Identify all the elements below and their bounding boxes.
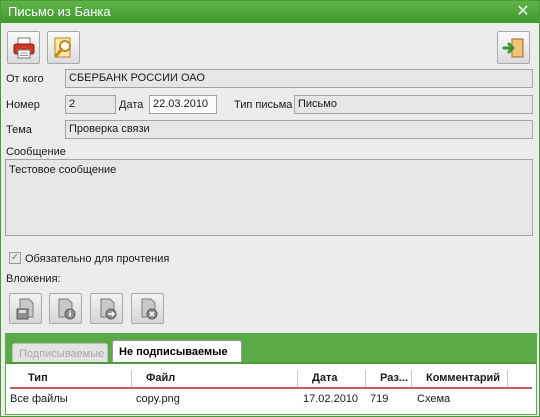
- message-label: Сообщение: [6, 146, 66, 158]
- tab-non-signable[interactable]: Не подписываемые: [112, 340, 242, 362]
- mandatory-checkbox[interactable]: ✓: [9, 252, 21, 264]
- message-textarea[interactable]: Тестовое сообщение: [5, 159, 533, 236]
- letter-type-label: Тип письма: [234, 99, 293, 111]
- subject-label: Тема: [6, 124, 32, 136]
- magnifier-icon: [54, 37, 71, 57]
- printer-icon: [13, 37, 34, 58]
- attachments-tabs-panel: Подписываемые Не подписываемые Тип Файл …: [5, 333, 537, 415]
- grid-header: Тип Файл Дата Раз... Комментарий: [10, 370, 532, 389]
- table-row[interactable]: Все файлы copy.png 17.02.2010 719 Схема: [10, 391, 532, 407]
- document-arrow-icon: [100, 298, 116, 319]
- column-header-size[interactable]: Раз...: [366, 370, 412, 387]
- mandatory-label: Обязательно для прочтения: [25, 253, 170, 265]
- attachment-info-button[interactable]: [49, 293, 82, 324]
- attachments-label: Вложения:: [6, 273, 61, 285]
- from-label: От кого: [6, 73, 44, 85]
- exit-door-icon: [502, 38, 523, 57]
- window-title: Письмо из Банка: [8, 4, 111, 19]
- column-header-type[interactable]: Тип: [10, 370, 132, 387]
- cell-size: 719: [370, 393, 389, 405]
- attachment-delete-button[interactable]: [131, 293, 164, 324]
- document-save-icon: [16, 298, 33, 319]
- print-button[interactable]: [7, 31, 40, 64]
- title-bar: Письмо из Банка ✕: [1, 1, 539, 23]
- close-icon[interactable]: ✕: [515, 1, 531, 23]
- from-field[interactable]: СБЕРБАНК РОССИИ ОАО: [65, 69, 533, 88]
- attachments-grid: Тип Файл Дата Раз... Комментарий Все фай…: [6, 362, 536, 414]
- letter-type-field[interactable]: Письмо: [294, 95, 533, 114]
- exit-button[interactable]: [497, 31, 530, 64]
- document-delete-icon: [141, 298, 157, 319]
- column-header-file[interactable]: Файл: [132, 370, 298, 387]
- cell-file: copy.png: [136, 393, 180, 405]
- subject-field[interactable]: Проверка связи: [65, 120, 533, 139]
- column-header-date[interactable]: Дата: [298, 370, 366, 387]
- preview-button[interactable]: [47, 31, 80, 64]
- cell-date: 17.02.2010: [303, 393, 359, 405]
- tab-signable[interactable]: Подписываемые: [12, 343, 108, 362]
- number-label: Номер: [6, 99, 40, 111]
- cell-type: Все файлы: [10, 393, 68, 405]
- document-info-icon: [58, 298, 75, 319]
- column-header-comment[interactable]: Комментарий: [412, 370, 508, 387]
- cell-comment: Схема: [417, 393, 451, 405]
- number-field[interactable]: 2: [65, 95, 116, 114]
- attachment-save-button[interactable]: [9, 293, 42, 324]
- date-label: Дата: [119, 99, 144, 111]
- date-field[interactable]: 22.03.2010: [149, 95, 217, 114]
- letter-window: Письмо из Банка ✕ От кого СБЕРБАНК РОССИ…: [0, 0, 540, 417]
- attachment-export-button[interactable]: [90, 293, 123, 324]
